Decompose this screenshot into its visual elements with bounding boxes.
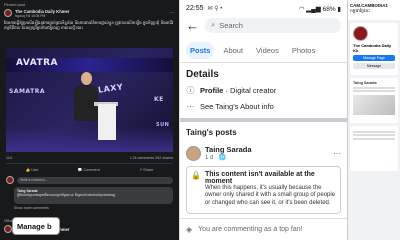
more-options-icon[interactable]: ⋯ — [333, 149, 341, 158]
page-logo[interactable] — [353, 26, 368, 41]
text-line — [353, 130, 395, 133]
wifi-icon: ◠ — [298, 5, 305, 13]
search-placeholder: Search — [219, 20, 243, 30]
comment-label: Comment — [83, 168, 100, 172]
stage-neon-text: LAXY — [97, 82, 124, 95]
profile-category: · Digital creator — [223, 86, 277, 95]
post-video[interactable]: AVATRA LAXY KE SAMATRA SUN — [6, 48, 173, 152]
like-label: Like — [31, 168, 39, 172]
tab-about[interactable]: About — [219, 42, 247, 59]
comments-count[interactable]: 1.2k comments — [130, 156, 154, 160]
commenting-as-label: You are commenting as a top fan! — [198, 226, 303, 233]
author-avatar[interactable] — [186, 145, 201, 161]
back-arrow-icon[interactable]: ← — [186, 18, 199, 33]
unavailable-body: When this happens, it's usually because … — [204, 185, 336, 206]
comment-text: ខ្ញុំមិនយល់ស្របជាមួយនឹងការសម្រេចចិត្តនេះ… — [17, 193, 116, 198]
top-fan-badge-icon: ◈ — [186, 225, 193, 234]
globe-icon: 🌐 — [218, 155, 227, 161]
unavailable-title: This content isn't available at the mome… — [204, 171, 315, 185]
profile-label: Profile — [200, 86, 224, 95]
show-more-comments[interactable]: Show more comments — [14, 206, 165, 210]
battery-icon: ▮ — [337, 5, 341, 13]
profile-tabs: Posts About Videos Photos — [180, 36, 347, 63]
tab-posts[interactable]: Posts — [186, 42, 215, 59]
comment-input[interactable]: Write a comment... — [17, 176, 173, 184]
status-bar: 22:55 ✉ ⚲ • ◠ ▂▄▆ 68% ▮ — [180, 0, 347, 14]
podium — [98, 104, 116, 140]
manage-page-button[interactable]: Manage Page — [353, 55, 395, 61]
clock: 22:55 — [186, 5, 204, 12]
poster-name[interactable]: Taing Sarada — [353, 81, 395, 85]
search-row: ← ⌕ Search — [180, 14, 347, 36]
more-options-icon[interactable]: ⋯ — [170, 10, 175, 16]
user-avatar — [6, 176, 14, 184]
post-caption: ផែនការធ្វើឱ្យប្រសើរឡើងនូវការគ្រប់គ្រងទិន… — [4, 20, 174, 30]
page-avatar[interactable] — [4, 9, 12, 17]
page-avatar[interactable] — [4, 225, 12, 233]
text-line — [353, 90, 395, 92]
post-meta: 1 d · — [205, 155, 219, 161]
like-icon: 👍 — [25, 168, 31, 172]
post-actions: 👍 Like 💬 Comment ↗ Share — [6, 163, 173, 173]
stage-light — [6, 126, 173, 152]
stage-neon-text: SAMATRA — [9, 88, 45, 95]
post-meta: Ngauq Fai 16:05 PM · — [15, 13, 48, 18]
post-image[interactable] — [353, 95, 395, 115]
page-header-text: CAM.CAMBODIA1 កម្ពុជាថ្ងៃនេះ — [348, 0, 400, 20]
more-dots-icon: ⋯ — [186, 102, 195, 111]
comment-composer: Write a comment... — [6, 176, 173, 184]
comment-button[interactable]: 💬 Comment — [78, 167, 100, 173]
share-button[interactable]: ↗ Share — [139, 167, 153, 173]
speaker-head — [81, 72, 92, 85]
post-header: The Cambodia Daily Khmer Ngauq Fai 16:05… — [0, 6, 179, 20]
text-line — [353, 134, 395, 136]
text-line — [353, 86, 395, 89]
search-input[interactable]: ⌕ Search — [205, 17, 341, 33]
post-header: Taing Sarada 1 d · 🌐 ⋯ — [180, 143, 347, 163]
comment-bar[interactable]: ◈ You are commenting as a top fan! — [180, 218, 347, 240]
comment-bubble: Taing Sarada ខ្ញុំមិនយល់ស្របជាមួយនឹងការស… — [14, 187, 173, 204]
see-about-label: See Taing's About info — [200, 102, 274, 111]
unavailable-content-card: 🔒 This content isn't available at the mo… — [186, 166, 341, 214]
stage-neon-text: KE — [154, 96, 164, 103]
message-button[interactable]: Message — [353, 63, 395, 69]
reaction-count[interactable]: 124 — [6, 156, 12, 161]
comment-icon: 💬 — [77, 168, 83, 172]
shares-count[interactable]: 262 shares — [155, 156, 173, 160]
tab-photos[interactable]: Photos — [288, 42, 319, 59]
page-card: The Cambodia Daily Kh Manage Page Messag… — [350, 23, 398, 75]
page-name[interactable]: The Cambodia Daily Kh — [353, 43, 395, 53]
page-preview-panel: CAM.CAMBODIA1 កម្ពុជាថ្ងៃនេះ The Cambodi… — [347, 0, 400, 240]
stage-neon-text: AVATRA — [16, 58, 59, 68]
posts-heading: Taing's posts — [186, 128, 237, 137]
notification-icons: ✉ ⚲ • — [207, 6, 223, 12]
search-icon: ⌕ — [211, 20, 216, 29]
desktop-post-panel: Pinned post The Cambodia Daily Khmer Nga… — [0, 0, 179, 240]
share-icon: ↗ — [139, 168, 143, 172]
page-post — [350, 126, 398, 171]
like-button[interactable]: 👍 Like — [26, 167, 39, 173]
battery-level: 68% — [322, 5, 336, 13]
system-tray: ◠ ▂▄▆ 68% ▮ — [299, 5, 341, 13]
lock-icon: 🔒 — [191, 171, 201, 180]
tab-videos[interactable]: Videos — [252, 42, 283, 59]
text-line — [353, 137, 395, 140]
page-post: Taing Sarada — [350, 78, 398, 123]
page-khmer-title: កម្ពុជាថ្ងៃនេះ — [350, 8, 371, 14]
post-author[interactable]: Taing Sarada — [205, 145, 252, 154]
profile-type-row: ⓘ Profile · Digital creator — [180, 82, 347, 99]
mobile-profile-panel: 22:55 ✉ ⚲ • ◠ ▂▄▆ 68% ▮ ← ⌕ Search Posts… — [179, 0, 347, 240]
reaction-bar: 124 1.2k comments 262 shares — [0, 152, 179, 161]
signal-icon: ▂▄▆ — [306, 5, 321, 13]
details-heading: Details — [186, 69, 219, 80]
share-label: Share — [143, 168, 154, 172]
manage-button[interactable]: Manage b — [12, 217, 60, 235]
page-name[interactable]: The Cambodia Daily Khmer — [15, 9, 69, 14]
info-icon: ⓘ — [186, 86, 195, 95]
see-about-link[interactable]: ⋯ See Taing's About info — [180, 99, 347, 114]
